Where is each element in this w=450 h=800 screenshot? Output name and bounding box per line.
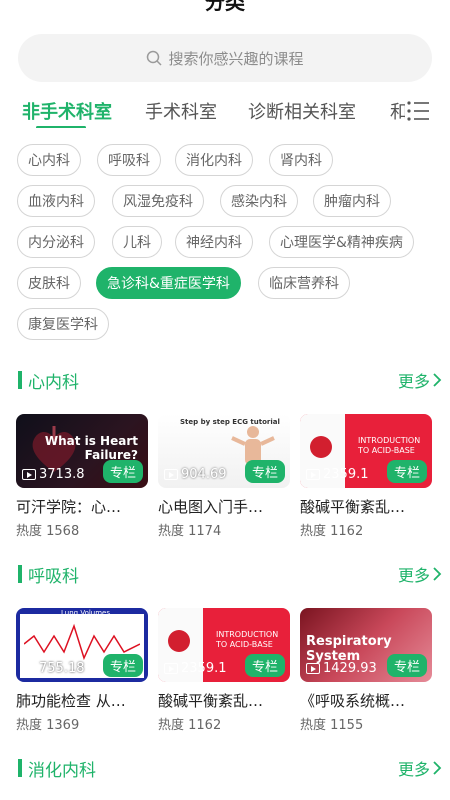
play-count: 1429.93 bbox=[306, 661, 377, 676]
tab-non-surgical[interactable]: 非手术科室 bbox=[22, 98, 112, 124]
chip[interactable]: 血液内科 bbox=[17, 185, 95, 217]
course-card[interactable]: Step by step ECG tutorial 904.69 专栏 心电图入… bbox=[158, 414, 290, 539]
chevron-right-icon bbox=[433, 567, 442, 581]
more-label: 更多 bbox=[397, 760, 430, 779]
active-tab-indicator bbox=[36, 126, 86, 128]
thumbnail-text: Lung Volumes bbox=[61, 609, 110, 617]
chip[interactable]: 临床营养科 bbox=[258, 267, 350, 299]
chevron-right-icon bbox=[433, 761, 442, 775]
search-input[interactable]: 搜索你感兴趣的课程 bbox=[18, 34, 432, 82]
course-card[interactable]: INTRODUCTION TO ACID-BASE 2359.1 专栏 酸碱平衡… bbox=[158, 608, 290, 733]
course-heat: 热度 1369 bbox=[16, 718, 80, 733]
search-icon bbox=[147, 50, 163, 66]
thumbnail-text: INTRODUCTION TO ACID-BASE bbox=[358, 436, 421, 455]
column-badge: 专栏 bbox=[386, 654, 427, 677]
course-title: 酸碱平衡紊乱… bbox=[300, 498, 406, 516]
chip[interactable]: 肿瘤内科 bbox=[313, 185, 391, 217]
play-count: 755.18 bbox=[22, 661, 85, 676]
logo-icon bbox=[310, 436, 332, 458]
chip[interactable]: 呼吸科 bbox=[97, 144, 161, 176]
top-bar: 分类 bbox=[0, 0, 450, 30]
course-thumbnail: INTRODUCTION TO ACID-BASE 2359.1 专栏 bbox=[300, 414, 432, 488]
plays-value: 2359.1 bbox=[323, 467, 369, 482]
more-link[interactable]: 更多 bbox=[398, 756, 442, 780]
more-link[interactable]: 更多 bbox=[398, 368, 442, 392]
chip[interactable]: 儿科 bbox=[112, 226, 162, 258]
play-icon bbox=[164, 469, 178, 480]
section-title: 消化内科 bbox=[28, 761, 96, 781]
menu-icon[interactable] bbox=[405, 98, 431, 124]
plays-value: 904.69 bbox=[181, 467, 227, 482]
section-header-respiratory: 呼吸科 更多 bbox=[18, 562, 442, 587]
chip[interactable]: 内分泌科 bbox=[17, 226, 95, 258]
section-marker bbox=[18, 565, 22, 583]
course-card[interactable]: Lung Volumes 755.18 专栏 肺功能检查 从… 热度 1369 bbox=[16, 608, 148, 733]
course-title: 《呼吸系统概… bbox=[300, 692, 406, 710]
plays-value: 755.18 bbox=[39, 661, 85, 676]
chip[interactable]: 感染内科 bbox=[220, 185, 298, 217]
section-marker bbox=[18, 371, 22, 389]
search-placeholder: 搜索你感兴趣的课程 bbox=[168, 49, 304, 68]
plays-value: 2359.1 bbox=[181, 661, 227, 676]
play-count: 2359.1 bbox=[164, 661, 227, 676]
course-heat: 热度 1568 bbox=[16, 524, 80, 539]
course-heat: 热度 1155 bbox=[300, 718, 364, 733]
course-title: 心电图入门手… bbox=[158, 498, 264, 516]
section-header-cardiology: 心内科 更多 bbox=[18, 368, 442, 393]
play-count: 2359.1 bbox=[306, 467, 369, 482]
chip[interactable]: 神经内科 bbox=[175, 226, 253, 258]
course-thumbnail: Respiratory System 1429.93 专栏 bbox=[300, 608, 432, 682]
course-thumbnail: What is Heart Failure? 3713.8 专栏 bbox=[16, 414, 148, 488]
course-thumbnail: Lung Volumes 755.18 专栏 bbox=[16, 608, 148, 682]
course-title: 酸碱平衡紊乱… bbox=[158, 692, 264, 710]
section-title: 呼吸科 bbox=[28, 567, 79, 587]
more-label: 更多 bbox=[397, 372, 430, 391]
section-title: 心内科 bbox=[28, 373, 79, 393]
more-link[interactable]: 更多 bbox=[398, 562, 442, 586]
chevron-right-icon bbox=[433, 373, 442, 387]
course-heat: 热度 1174 bbox=[158, 524, 222, 539]
chip[interactable]: 风湿免疫科 bbox=[112, 185, 204, 217]
chip[interactable]: 康复医学科 bbox=[17, 308, 109, 340]
play-icon bbox=[22, 663, 36, 674]
course-title: 肺功能检查 从… bbox=[16, 692, 126, 710]
play-icon bbox=[22, 469, 36, 480]
course-heat: 热度 1162 bbox=[300, 524, 364, 539]
page-title: 分类 bbox=[205, 0, 245, 14]
course-card[interactable]: What is Heart Failure? 3713.8 专栏 可汗学院：心…… bbox=[16, 414, 148, 539]
plays-value: 1429.93 bbox=[323, 661, 377, 676]
chip-active[interactable]: 急诊科&重症医学科 bbox=[96, 267, 241, 299]
course-card[interactable]: Respiratory System 1429.93 专栏 《呼吸系统概… 热度… bbox=[300, 608, 432, 733]
play-count: 3713.8 bbox=[22, 467, 85, 482]
chip[interactable]: 心理医学&精神疾病 bbox=[269, 226, 414, 258]
section-header-gastro: 消化内科 更多 bbox=[18, 756, 442, 781]
course-thumbnail: Step by step ECG tutorial 904.69 专栏 bbox=[158, 414, 290, 488]
course-heat: 热度 1162 bbox=[158, 718, 222, 733]
department-tabs: 非手术科室 手术科室 诊断相关科室 和 bbox=[22, 98, 450, 128]
chip[interactable]: 肾内科 bbox=[269, 144, 333, 176]
course-title: 可汗学院：心… bbox=[16, 498, 122, 516]
tab-surgical[interactable]: 手术科室 bbox=[145, 98, 217, 124]
section-marker bbox=[18, 759, 22, 777]
course-card[interactable]: INTRODUCTION TO ACID-BASE 2359.1 专栏 酸碱平衡… bbox=[300, 414, 432, 539]
tab-diagnostic[interactable]: 诊断相关科室 bbox=[248, 98, 356, 124]
chip[interactable]: 皮肤科 bbox=[17, 267, 81, 299]
column-badge: 专栏 bbox=[244, 654, 285, 677]
play-count: 904.69 bbox=[164, 467, 227, 482]
play-icon bbox=[306, 469, 320, 480]
thumbnail-text: INTRODUCTION TO ACID-BASE bbox=[216, 630, 279, 649]
play-icon bbox=[306, 663, 320, 674]
plays-value: 3713.8 bbox=[39, 467, 85, 482]
column-badge: 专栏 bbox=[102, 654, 143, 677]
more-label: 更多 bbox=[397, 566, 430, 585]
play-icon bbox=[164, 663, 178, 674]
column-badge: 专栏 bbox=[102, 460, 143, 483]
chip[interactable]: 心内科 bbox=[17, 144, 81, 176]
logo-icon bbox=[168, 630, 190, 652]
column-badge: 专栏 bbox=[244, 460, 285, 483]
chip[interactable]: 消化内科 bbox=[175, 144, 253, 176]
course-thumbnail: INTRODUCTION TO ACID-BASE 2359.1 专栏 bbox=[158, 608, 290, 682]
thumbnail-text: What is Heart Failure? bbox=[44, 434, 138, 462]
column-badge: 专栏 bbox=[386, 460, 427, 483]
